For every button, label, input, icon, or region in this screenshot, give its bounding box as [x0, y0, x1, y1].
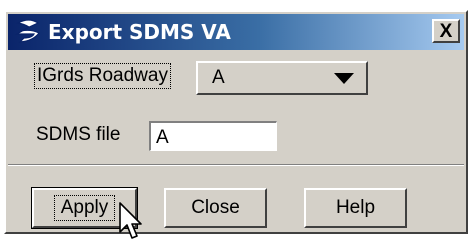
title-bar[interactable]: Export SDMS VA X [8, 14, 464, 50]
roadway-dropdown[interactable]: A [196, 61, 368, 95]
help-button-label: Help [335, 197, 376, 218]
close-icon: X [439, 20, 453, 42]
window-title: Export SDMS VA [48, 20, 231, 44]
bentley-b-icon [14, 19, 40, 43]
help-button[interactable]: Help [304, 188, 407, 228]
mouse-pointer-icon [119, 202, 142, 239]
dropdown-arrow-icon [334, 73, 354, 84]
sdms-file-input[interactable] [149, 121, 277, 151]
export-sdms-dialog: Export SDMS VA X IGrds Roadway A SDMS fi… [4, 10, 468, 239]
roadway-dropdown-value: A [212, 67, 225, 88]
sdms-file-label: SDMS file [36, 124, 121, 145]
roadway-label: IGrds Roadway [34, 63, 171, 89]
close-button-label: Close [191, 197, 240, 218]
separator [8, 164, 464, 166]
apply-button-label: Apply [53, 195, 116, 221]
close-window-button[interactable]: X [432, 19, 460, 43]
close-button[interactable]: Close [164, 188, 267, 228]
